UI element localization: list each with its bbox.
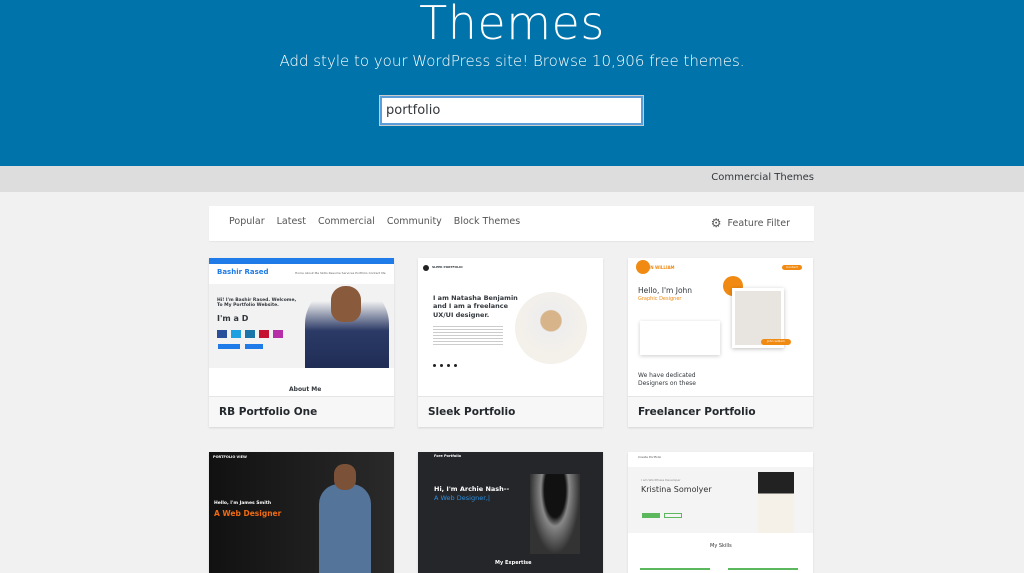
theme-card[interactable]: Fore Portfolio Hi, I'm Archie Nash-- A W… [418, 452, 603, 573]
theme-search-input[interactable] [379, 95, 644, 126]
theme-card[interactable]: Bashir Rased Home About Me Skills Resume… [209, 258, 394, 427]
tab-commercial[interactable]: Commercial [318, 216, 375, 227]
sub-bar: Commercial Themes [0, 166, 1024, 192]
tab-block-themes[interactable]: Block Themes [454, 216, 520, 227]
theme-screenshot[interactable]: Bashir Rased Home About Me Skills Resume… [209, 258, 394, 396]
page-title: Themes [419, 0, 605, 50]
feature-filter-button[interactable]: ⚙ Feature Filter [711, 216, 790, 230]
theme-card[interactable]: JOHN WILLIAM Contact Hello, I'm John Gra… [628, 258, 813, 427]
theme-screenshot[interactable]: JOHN WILLIAM Contact Hello, I'm John Gra… [628, 258, 813, 396]
tab-community[interactable]: Community [387, 216, 442, 227]
theme-screenshot[interactable]: SLEEK PORTFOLIO I am Natasha Benjamin an… [418, 258, 603, 396]
theme-name[interactable]: Freelancer Portfolio [628, 396, 813, 427]
theme-card[interactable]: Create Portfolio I am WordPress Develope… [628, 452, 813, 573]
theme-card[interactable]: SLEEK PORTFOLIO I am Natasha Benjamin an… [418, 258, 603, 427]
commercial-themes-link[interactable]: Commercial Themes [711, 172, 814, 183]
theme-name[interactable]: Sleek Portfolio [418, 396, 603, 427]
hero-header: Themes Add style to your WordPress site!… [0, 0, 1024, 166]
page-subtitle: Add style to your WordPress site! Browse… [279, 52, 745, 70]
feature-filter-label: Feature Filter [727, 217, 790, 229]
tab-popular[interactable]: Popular [229, 216, 265, 227]
theme-card[interactable]: PORTFOLIO VIEW Hello, I'm James Smith A … [209, 452, 394, 573]
tab-latest[interactable]: Latest [277, 216, 306, 227]
filter-bar: Popular Latest Commercial Community Bloc… [209, 206, 814, 241]
theme-screenshot[interactable]: PORTFOLIO VIEW Hello, I'm James Smith A … [209, 452, 394, 573]
theme-screenshot[interactable]: Create Portfolio I am WordPress Develope… [628, 452, 813, 573]
gear-icon: ⚙ [710, 216, 722, 230]
theme-screenshot[interactable]: Fore Portfolio Hi, I'm Archie Nash-- A W… [418, 452, 603, 573]
theme-name[interactable]: RB Portfolio One [209, 396, 394, 427]
